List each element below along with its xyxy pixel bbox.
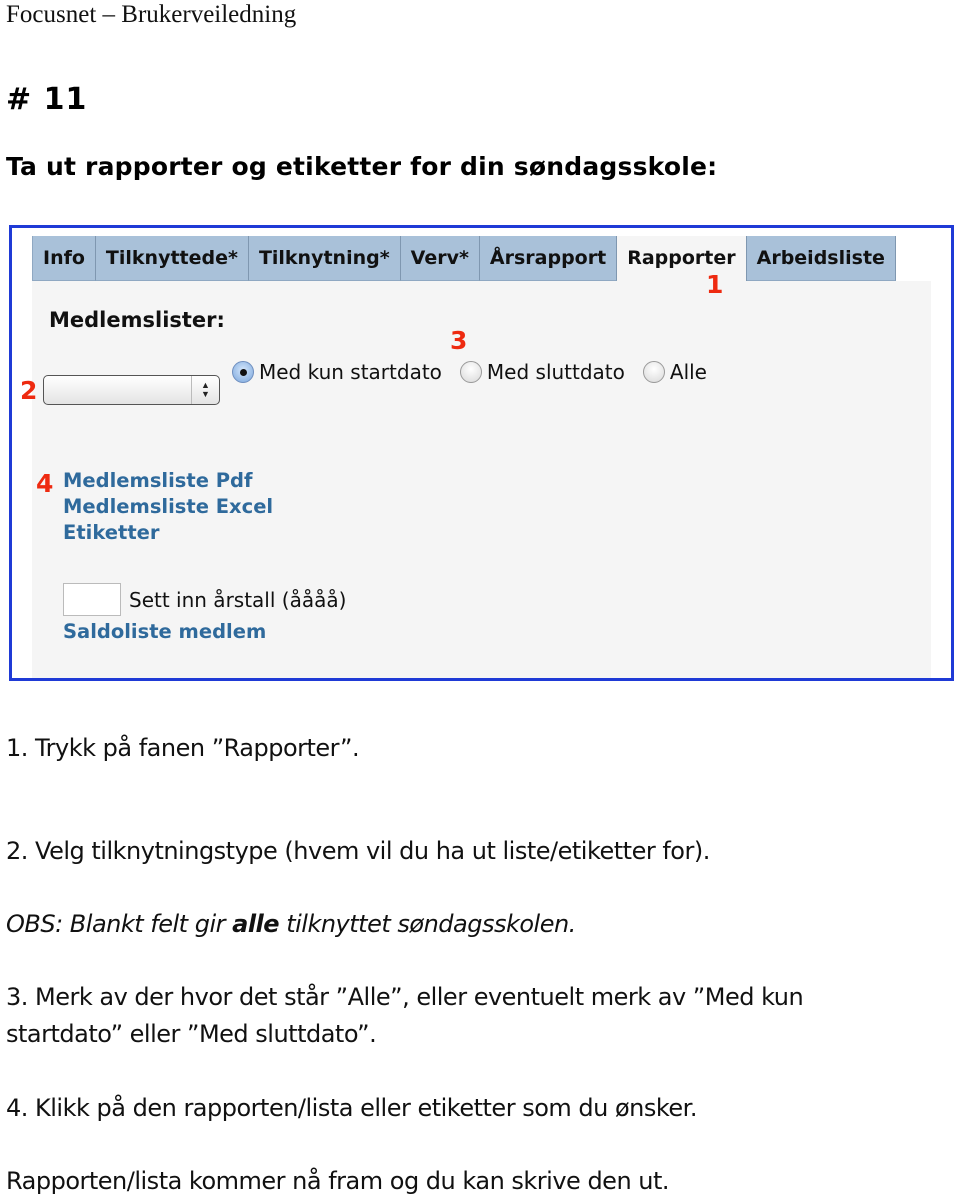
section-number: # 11: [6, 82, 88, 117]
tab-bar-filler: [895, 236, 931, 281]
select-arrows-icon: ▲ ▼: [191, 376, 219, 404]
year-input[interactable]: [63, 583, 121, 616]
radio-option-all[interactable]: Alle: [642, 360, 707, 384]
date-filter-radio-group: Med kun startdato Med sluttdato Alle: [232, 360, 725, 384]
tab-arbeidsliste[interactable]: Arbeidsliste: [746, 236, 896, 281]
section-title: Ta ut rapporter og etiketter for din søn…: [6, 152, 718, 181]
member-lists-heading: Medlemslister:: [49, 308, 225, 332]
tab-rapporter[interactable]: Rapporter: [617, 236, 747, 281]
embedded-screenshot: Info Tilknyttede* Tilknytning* Verv* Års…: [9, 225, 954, 681]
radio-option-end-date[interactable]: Med sluttdato: [459, 360, 625, 384]
instruction-obs-note: OBS: Blankt felt gir alle tilknyttet søn…: [6, 910, 576, 938]
instruction-step-3-line-1: 3. Merk av der hvor det står ”Alle”, ell…: [6, 983, 804, 1011]
year-input-label: Sett inn årstall (åååå): [129, 587, 347, 612]
radio-button[interactable]: [459, 361, 482, 383]
radio-button[interactable]: [642, 361, 665, 383]
instruction-step-4: 4. Klikk på den rapporten/lista eller et…: [6, 1094, 697, 1122]
link-balance-list-member[interactable]: Saldoliste medlem: [63, 619, 266, 645]
closing-note: Rapporten/lista kommer nå fram og du kan…: [6, 1167, 670, 1195]
radio-option-start-date[interactable]: Med kun startdato: [232, 360, 442, 384]
instruction-step-2: 2. Velg tilknytningstype (hvem vil du ha…: [6, 837, 710, 865]
affiliation-type-select[interactable]: ▲ ▼: [43, 375, 220, 405]
document-header: Focusnet – Brukerveiledning: [6, 1, 297, 28]
obs-emphasis: alle: [232, 910, 280, 938]
tab-verv[interactable]: Verv*: [400, 236, 480, 281]
annotation-marker-2: 2: [20, 376, 38, 405]
annotation-marker-4: 4: [36, 469, 54, 498]
instruction-step-1: 1. Trykk på fanen ”Rapporter”.: [6, 734, 360, 762]
tab-bar: Info Tilknyttede* Tilknytning* Verv* Års…: [32, 236, 931, 281]
year-row: Sett inn årstall (åååå): [63, 583, 346, 616]
link-member-list-pdf[interactable]: Medlemsliste Pdf: [63, 468, 273, 494]
tab-tilknytning[interactable]: Tilknytning*: [248, 236, 401, 281]
link-member-list-excel[interactable]: Medlemsliste Excel: [63, 494, 273, 520]
instruction-step-3-line-2: startdato” eller ”Med sluttdato”.: [6, 1020, 377, 1048]
tab-arsrapport[interactable]: Årsrapport: [479, 236, 618, 281]
reports-panel: Info Tilknyttede* Tilknytning* Verv* Års…: [20, 236, 931, 678]
annotation-marker-1: 1: [706, 270, 724, 299]
annotation-marker-3: 3: [450, 326, 468, 355]
radio-button-checked[interactable]: [232, 361, 254, 383]
link-labels[interactable]: Etiketter: [63, 520, 273, 546]
report-links: Medlemsliste Pdf Medlemsliste Excel Etik…: [63, 468, 273, 546]
tab-info[interactable]: Info: [32, 236, 96, 281]
tab-tilknyttede[interactable]: Tilknyttede*: [95, 236, 249, 281]
